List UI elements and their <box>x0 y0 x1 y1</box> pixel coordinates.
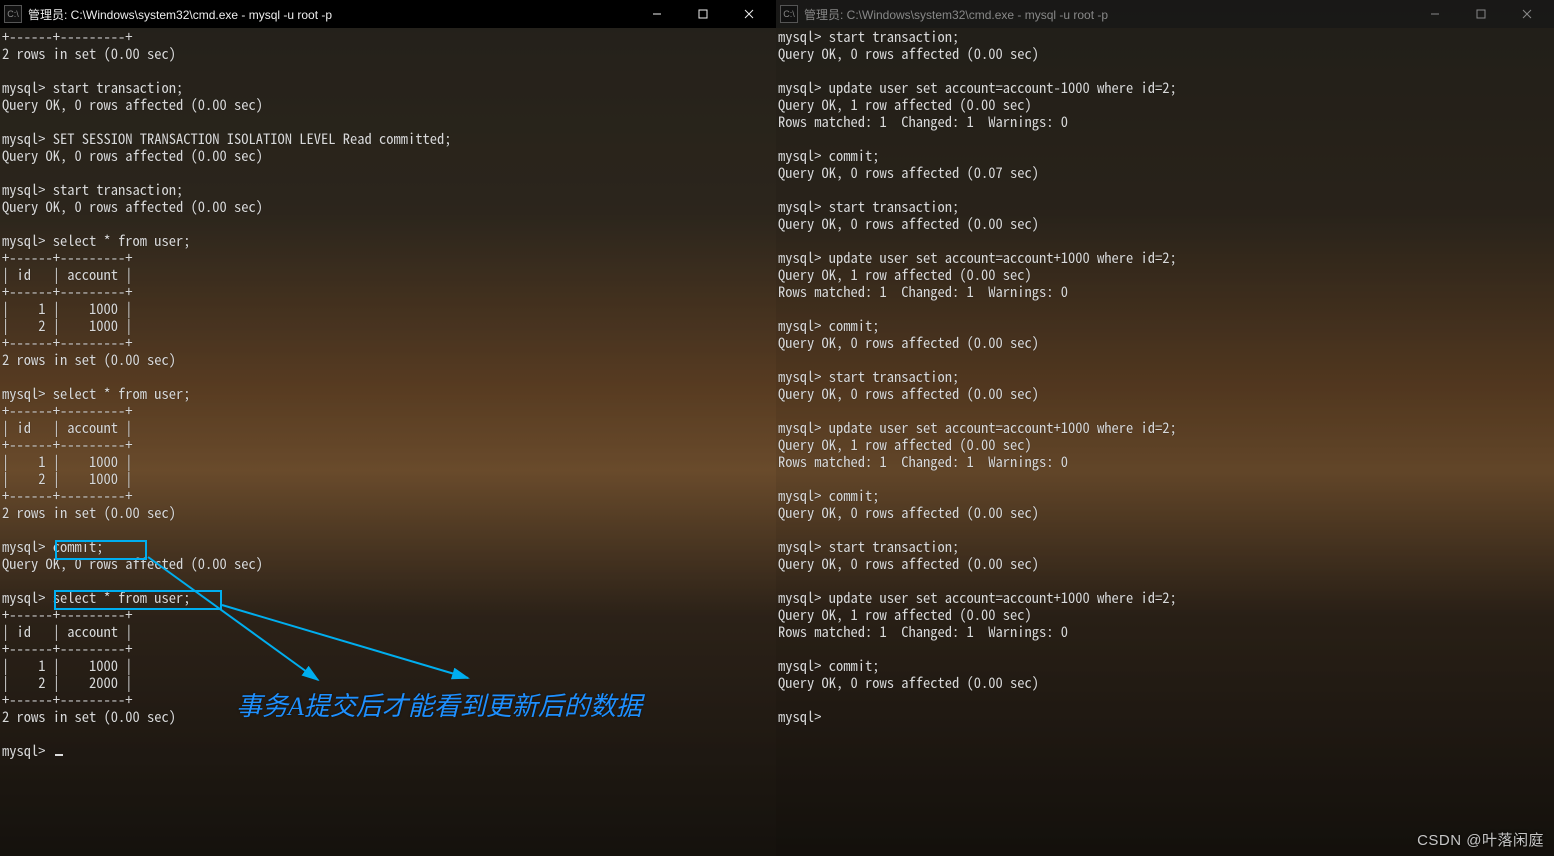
maximize-button[interactable] <box>680 0 726 28</box>
minimize-button[interactable] <box>634 0 680 28</box>
watermark: CSDN @叶落闲庭 <box>1417 829 1544 850</box>
highlight-box-select <box>54 590 222 610</box>
window-title-right: 管理员: C:\Windows\system32\cmd.exe - mysql… <box>804 6 1412 23</box>
close-button[interactable] <box>726 0 772 28</box>
cmd-icon: C:\ <box>4 5 22 23</box>
minimize-button[interactable] <box>1412 0 1458 28</box>
terminal-output-left[interactable]: +------+---------+ 2 rows in set (0.00 s… <box>0 28 776 856</box>
window-controls-left <box>634 0 772 28</box>
terminal-output-right[interactable]: mysql> start transaction; Query OK, 0 ro… <box>776 28 1554 856</box>
window-title-left: 管理员: C:\Windows\system32\cmd.exe - mysql… <box>28 6 634 23</box>
window-controls-right <box>1412 0 1550 28</box>
terminal-window-right: C:\ 管理员: C:\Windows\system32\cmd.exe - m… <box>776 0 1554 856</box>
cmd-icon: C:\ <box>780 5 798 23</box>
titlebar-right[interactable]: C:\ 管理员: C:\Windows\system32\cmd.exe - m… <box>776 0 1554 28</box>
maximize-button[interactable] <box>1458 0 1504 28</box>
annotation-text: 事务A提交后才能看到更新后的数据 <box>236 686 642 723</box>
highlight-box-commit <box>55 540 147 560</box>
titlebar-left[interactable]: C:\ 管理员: C:\Windows\system32\cmd.exe - m… <box>0 0 776 28</box>
terminal-window-left: C:\ 管理员: C:\Windows\system32\cmd.exe - m… <box>0 0 776 856</box>
close-button[interactable] <box>1504 0 1550 28</box>
